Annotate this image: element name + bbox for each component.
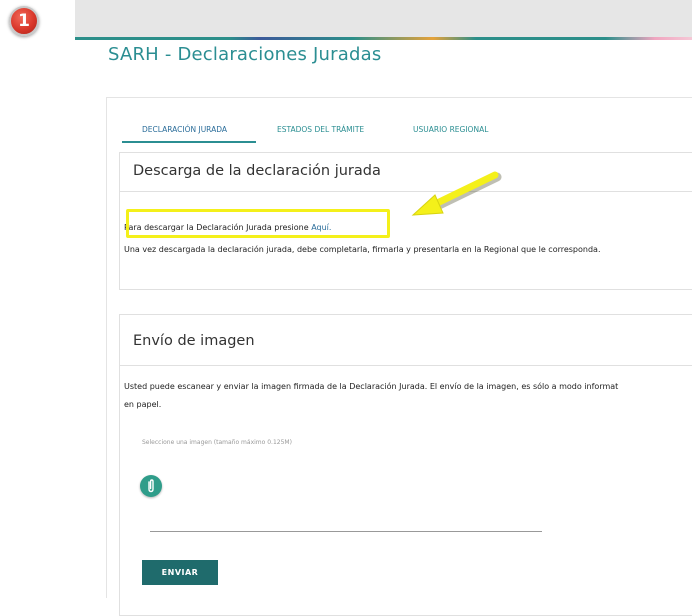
upload-panel: Envío de imagen Usted puede escanear y e… (119, 314, 692, 616)
main-card: DECLARACIÓN JURADA ESTADOS DEL TRÁMITE U… (106, 97, 692, 616)
upload-panel-title: Envío de imagen (133, 333, 255, 349)
file-size-hint: Seleccione una imagen (tamaño máximo 0.1… (142, 439, 292, 446)
tab-declaracion-jurada[interactable]: DECLARACIÓN JURADA (142, 125, 227, 134)
page-title: SARH - Declaraciones Juradas (108, 44, 382, 65)
step-number-badge: 1 (9, 6, 39, 36)
paperclip-icon (148, 479, 154, 493)
attach-file-button[interactable] (140, 475, 162, 497)
top-bar (75, 0, 692, 39)
send-button[interactable]: ENVIAR (142, 560, 218, 585)
download-panel-title: Descarga de la declaración jurada (133, 163, 381, 179)
tab-bar: DECLARACIÓN JURADA ESTADOS DEL TRÁMITE U… (107, 98, 692, 143)
file-input-line[interactable] (150, 531, 542, 532)
upload-description-line1: Usted puede escanear y enviar la imagen … (124, 382, 619, 391)
upload-panel-header: Envío de imagen (120, 315, 692, 366)
yellow-arrow-annotation (411, 171, 502, 216)
tab-estados-del-tramite[interactable]: ESTADOS DEL TRÁMITE (277, 125, 364, 134)
accent-stripe (75, 37, 692, 40)
tab-usuario-regional[interactable]: USUARIO REGIONAL (413, 125, 488, 134)
highlight-box (126, 209, 390, 238)
upload-description-line2: en papel. (124, 400, 162, 409)
active-tab-indicator (122, 141, 256, 143)
download-note: Una vez descargada la declaración jurada… (124, 245, 601, 254)
